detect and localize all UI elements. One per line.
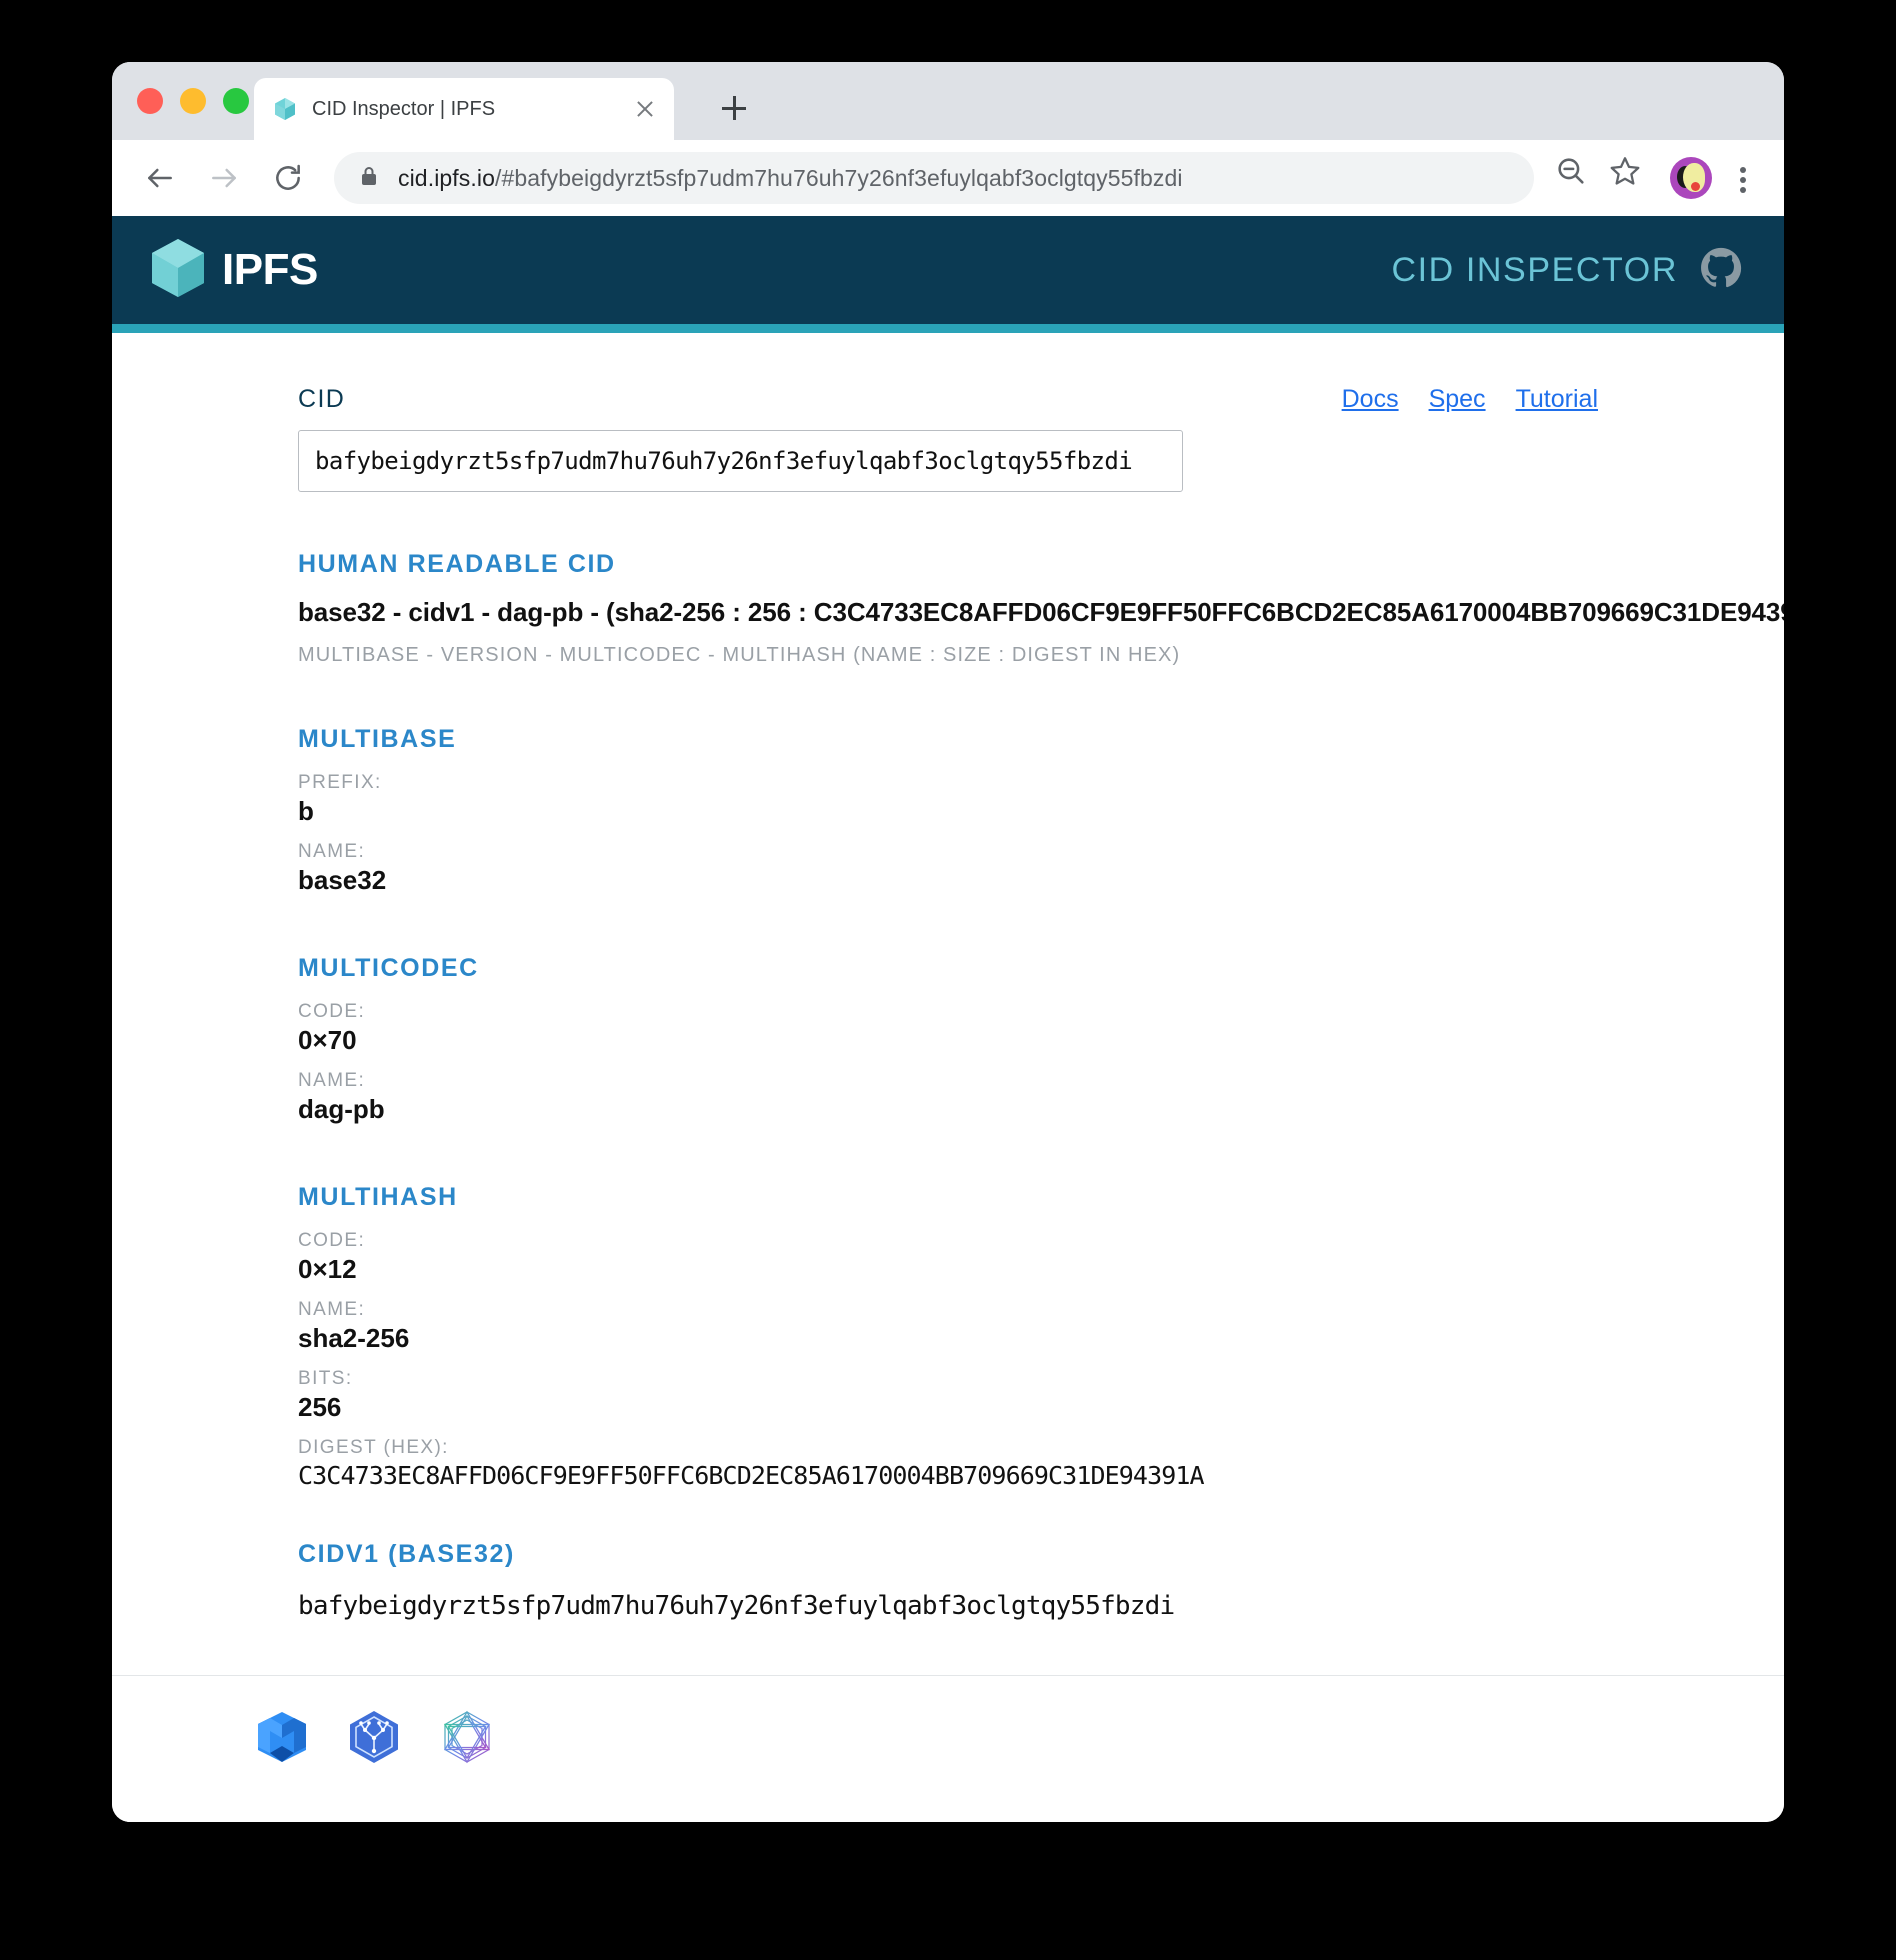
field-label: NAME: xyxy=(298,841,366,862)
main-content: CID Docs Spec Tutorial HUMAN READABLE CI… xyxy=(112,333,1784,1803)
new-tab-button[interactable] xyxy=(714,88,754,128)
cidv1-value: bafybeigdyrzt5sfp7udm7hu76uh7y26nf3efuyl… xyxy=(298,1591,1175,1621)
multicodec-title: MULTICODEC xyxy=(298,954,479,982)
link-tutorial[interactable]: Tutorial xyxy=(1516,385,1598,414)
tab-title: CID Inspector | IPFS xyxy=(312,97,496,120)
field-label: BITS: xyxy=(298,1368,353,1389)
field-value: dag-pb xyxy=(298,1094,385,1124)
close-window-button[interactable] xyxy=(137,88,163,114)
close-icon[interactable] xyxy=(630,94,660,124)
multicodec-section: MULTICODEC CODE: 0×70 NAME: dag-pb xyxy=(298,954,1598,1125)
brand[interactable]: IPFS xyxy=(150,237,318,304)
screen: CID Inspector | IPFS cid.ipfs.io/#bafybe… xyxy=(0,0,1896,1960)
multihash-digest-field: DIGEST (HEX): C3C4733EC8AFFD06CF9E9FF50F… xyxy=(298,1437,1598,1490)
help-links: Docs Spec Tutorial xyxy=(1342,385,1598,414)
cid-label: CID xyxy=(298,385,346,413)
field-label: DIGEST (HEX): xyxy=(298,1437,449,1458)
ipfs-cube-logo xyxy=(150,237,206,304)
header-right: CID INSPECTOR xyxy=(1391,247,1742,294)
lock-icon xyxy=(358,164,380,193)
human-readable-value: base32 - cidv1 - dag-pb - (sha2-256 : 25… xyxy=(298,597,1784,627)
url-text: cid.ipfs.io/#bafybeigdyrzt5sfp7udm7hu76u… xyxy=(398,165,1183,192)
field-value: 256 xyxy=(298,1392,342,1422)
multihash-name-field: NAME: sha2-256 xyxy=(298,1299,1598,1354)
site-footer xyxy=(112,1675,1784,1803)
multibase-title: MULTIBASE xyxy=(298,725,457,753)
url-host: cid.ipfs.io xyxy=(398,164,495,191)
digest-value: C3C4733EC8AFFD06CF9E9FF50FFC6BCD2EC85A61… xyxy=(298,1461,1205,1490)
field-value: 0×12 xyxy=(298,1254,357,1284)
field-value: b xyxy=(298,796,314,826)
minimize-window-button[interactable] xyxy=(180,88,206,114)
site-header: IPFS CID INSPECTOR xyxy=(112,216,1784,324)
github-icon[interactable] xyxy=(1700,247,1742,294)
link-spec[interactable]: Spec xyxy=(1429,385,1486,414)
multihash-title: MULTIHASH xyxy=(298,1183,458,1211)
tab-strip: CID Inspector | IPFS xyxy=(112,62,1784,140)
star-icon[interactable] xyxy=(1608,154,1656,202)
human-readable-title: HUMAN READABLE CID xyxy=(298,550,616,578)
window-controls xyxy=(137,88,249,114)
human-readable-section: HUMAN READABLE CID base32 - cidv1 - dag-… xyxy=(298,550,1784,667)
kebab-menu-icon[interactable] xyxy=(1724,154,1762,202)
field-label: NAME: xyxy=(298,1299,366,1320)
avatar-icon[interactable] xyxy=(1670,157,1712,199)
multihash-bits-field: BITS: 256 xyxy=(298,1368,1598,1423)
multihash-section: MULTIHASH CODE: 0×12 NAME: sha2-256 BITS… xyxy=(298,1183,1598,1490)
multiformats-logo[interactable] xyxy=(254,1708,310,1771)
field-label: PREFIX: xyxy=(298,772,382,793)
header-accent-rule xyxy=(112,324,1784,333)
cid-input[interactable] xyxy=(298,430,1183,492)
browser-window: CID Inspector | IPFS cid.ipfs.io/#bafybe… xyxy=(112,62,1784,1822)
multibase-section: MULTIBASE PREFIX: b NAME: base32 xyxy=(298,725,1598,896)
forward-arrow-icon[interactable] xyxy=(198,152,250,204)
field-value: sha2-256 xyxy=(298,1323,410,1353)
multibase-name-field: NAME: base32 xyxy=(298,841,1598,896)
field-label: CODE: xyxy=(298,1230,366,1251)
page-title: CID INSPECTOR xyxy=(1391,250,1678,289)
reload-icon[interactable] xyxy=(262,152,314,204)
field-value: 0×70 xyxy=(298,1025,357,1055)
field-label: CODE: xyxy=(298,1001,366,1022)
ipfs-cube-icon xyxy=(272,96,298,122)
cidv1-title: CIDV1 (BASE32) xyxy=(298,1540,515,1568)
human-readable-legend: MULTIBASE - VERSION - MULTICODEC - MULTI… xyxy=(298,644,1181,666)
browser-toolbar: cid.ipfs.io/#bafybeigdyrzt5sfp7udm7hu76u… xyxy=(112,140,1784,216)
zoom-out-icon[interactable] xyxy=(1554,154,1602,202)
multibase-prefix-field: PREFIX: b xyxy=(298,772,1598,827)
maximize-window-button[interactable] xyxy=(223,88,249,114)
url-path: /#bafybeigdyrzt5sfp7udm7hu76uh7y26nf3efu… xyxy=(494,164,1183,191)
browser-tab[interactable]: CID Inspector | IPFS xyxy=(254,78,674,140)
multihash-code-field: CODE: 0×12 xyxy=(298,1230,1598,1285)
cid-row: CID Docs Spec Tutorial xyxy=(298,385,1598,414)
ipld-logo[interactable] xyxy=(346,1708,402,1771)
libp2p-logo[interactable] xyxy=(438,1708,496,1771)
field-value: base32 xyxy=(298,865,387,895)
brand-text: IPFS xyxy=(222,245,318,294)
back-arrow-icon[interactable] xyxy=(134,152,186,204)
field-label: NAME: xyxy=(298,1070,366,1091)
address-bar[interactable]: cid.ipfs.io/#bafybeigdyrzt5sfp7udm7hu76u… xyxy=(334,152,1534,204)
cidv1-section: CIDV1 (BASE32) bafybeigdyrzt5sfp7udm7hu7… xyxy=(298,1540,1598,1621)
multicodec-code-field: CODE: 0×70 xyxy=(298,1001,1598,1056)
page-content: IPFS CID INSPECTOR CID Docs Spec Tutoria… xyxy=(112,216,1784,1822)
multicodec-name-field: NAME: dag-pb xyxy=(298,1070,1598,1125)
link-docs[interactable]: Docs xyxy=(1342,385,1399,414)
